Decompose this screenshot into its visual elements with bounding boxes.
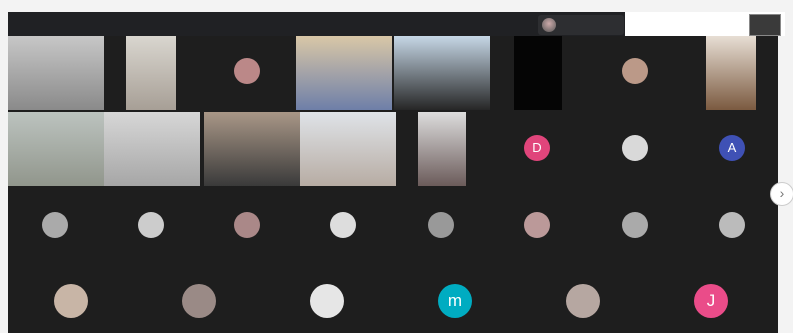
avatar-photo bbox=[622, 58, 648, 84]
video-tile[interactable] bbox=[296, 36, 392, 110]
video-tile[interactable] bbox=[418, 112, 466, 186]
avatar-photo bbox=[234, 212, 260, 238]
video-tile[interactable] bbox=[104, 112, 200, 186]
avatar-photo bbox=[54, 284, 88, 318]
avatar-photo bbox=[330, 212, 356, 238]
video-tile[interactable] bbox=[706, 36, 756, 110]
avatar-photo bbox=[234, 58, 260, 84]
avatar-letter: J bbox=[694, 284, 728, 318]
self-view[interactable] bbox=[749, 14, 781, 36]
avatar-photo bbox=[428, 212, 454, 238]
avatar-photo bbox=[42, 212, 68, 238]
avatar-photo bbox=[566, 284, 600, 318]
speaker-avatar bbox=[542, 18, 556, 32]
avatar-photo bbox=[622, 135, 648, 161]
avatar-photo bbox=[524, 212, 550, 238]
avatar-photo bbox=[622, 212, 648, 238]
avatar-photo bbox=[719, 212, 745, 238]
top-bar bbox=[8, 12, 785, 36]
avatar-letter: D bbox=[524, 135, 550, 161]
video-tile[interactable] bbox=[514, 36, 562, 110]
avatar-photo bbox=[310, 284, 344, 318]
next-page-arrow[interactable]: › bbox=[770, 182, 793, 206]
avatar-photo bbox=[182, 284, 216, 318]
active-speaker-chip[interactable] bbox=[538, 15, 624, 35]
top-right-controls bbox=[625, 12, 785, 36]
avatar-letter: m bbox=[438, 284, 472, 318]
video-tile[interactable] bbox=[204, 112, 300, 186]
participant-gallery: D A m J bbox=[8, 36, 778, 333]
video-tile[interactable] bbox=[300, 112, 396, 186]
avatar-photo bbox=[138, 212, 164, 238]
video-tile[interactable] bbox=[8, 36, 104, 110]
video-tile[interactable] bbox=[126, 36, 176, 110]
video-tile[interactable] bbox=[8, 112, 104, 186]
video-tile[interactable] bbox=[394, 36, 490, 110]
avatar-letter: A bbox=[719, 135, 745, 161]
